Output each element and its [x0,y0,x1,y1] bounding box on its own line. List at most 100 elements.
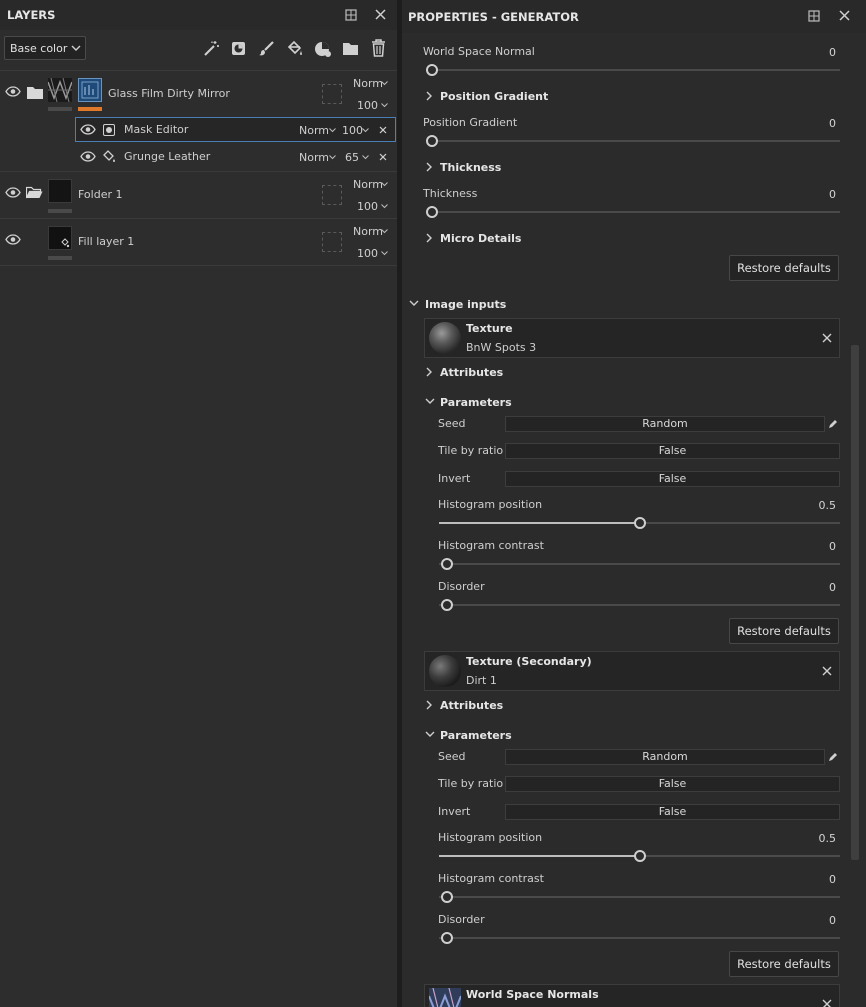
close-icon[interactable] [379,153,387,161]
texture-secondary-card[interactable]: Texture (Secondary) Dirt 1 [424,651,840,691]
blend-mode[interactable]: Norm [353,178,383,191]
add-folder-icon[interactable] [342,41,359,56]
fill-bucket-icon [102,149,117,163]
opacity-value[interactable]: 100 [357,99,378,112]
histogram-contrast-handle[interactable] [441,558,453,570]
blend-mode[interactable]: Norm [353,225,383,238]
histogram-contrast-track[interactable] [439,563,840,565]
world-space-normals-card[interactable]: World Space Normals [424,984,840,1007]
texture-card[interactable]: Texture BnW Spots 3 [424,318,840,358]
position-gradient-track[interactable] [432,140,840,142]
disorder-handle[interactable] [441,599,453,611]
layer-name: Glass Film Dirty Mirror [108,87,230,100]
effects-icon[interactable] [314,40,332,57]
disorder-value[interactable]: 0 [802,914,836,927]
chevron-down-icon[interactable] [409,300,419,310]
pin-icon[interactable] [345,9,357,21]
eye-icon[interactable] [80,151,96,162]
micro-details-section[interactable]: Micro Details [440,232,521,245]
opacity-value[interactable]: 100 [342,124,363,137]
histogram-contrast-handle[interactable] [441,891,453,903]
layer-mask-slot[interactable] [322,185,342,205]
restore-defaults-button[interactable]: Restore defaults [729,618,839,644]
trash-icon[interactable] [370,39,387,57]
histogram-position-value[interactable]: 0.5 [802,499,837,512]
eye-icon[interactable] [5,234,21,245]
close-icon[interactable] [822,666,832,676]
pencil-icon[interactable] [828,752,838,762]
pin-icon[interactable] [808,10,820,22]
chevron-right-icon[interactable] [426,700,436,710]
seed-field[interactable]: Random [505,749,825,765]
world-space-normal-value[interactable]: 0 [802,46,836,59]
effect-name: Mask Editor [124,123,189,136]
close-icon[interactable] [375,9,386,20]
layer-mask-slot[interactable] [322,84,342,104]
tile-by-ratio-field[interactable]: False [505,443,840,459]
position-gradient-value[interactable]: 0 [802,117,836,130]
blend-mode[interactable]: Norm [353,77,383,90]
blend-mode[interactable]: Norm [299,151,329,164]
close-icon[interactable] [822,999,832,1007]
channel-select-value: Base color [10,42,68,55]
layer-mask-slot[interactable] [322,232,342,252]
histogram-position-handle[interactable] [634,850,646,862]
attributes-section[interactable]: Attributes [440,366,503,379]
image-inputs-section[interactable]: Image inputs [425,298,506,311]
attributes-section[interactable]: Attributes [440,699,503,712]
close-icon[interactable] [822,333,832,343]
opacity-value[interactable]: 100 [357,247,378,260]
chevron-down-icon[interactable] [425,398,435,408]
chevron-down-icon[interactable] [425,731,435,741]
invert-field[interactable]: False [505,804,840,820]
restore-defaults-button[interactable]: Restore defaults [729,951,839,977]
thickness-handle[interactable] [426,206,438,218]
chevron-right-icon[interactable] [426,367,436,377]
position-gradient-handle[interactable] [426,135,438,147]
scrollbar-thumb[interactable] [851,345,859,860]
thickness-track[interactable] [432,211,840,213]
thickness-value[interactable]: 0 [802,188,836,201]
chevron-right-icon[interactable] [426,91,436,101]
opacity-value[interactable]: 65 [345,151,359,164]
histogram-position-value[interactable]: 0.5 [802,832,837,845]
effect-row-grunge-leather[interactable]: Grunge Leather Norm 65 [75,144,396,169]
world-space-normal-track[interactable] [432,69,840,71]
histogram-contrast-value[interactable]: 0 [802,873,836,886]
disorder-track[interactable] [439,937,840,939]
disorder-track[interactable] [439,604,840,606]
close-icon[interactable] [379,126,387,134]
disorder-value[interactable]: 0 [802,581,836,594]
pencil-icon[interactable] [828,419,838,429]
effect-row-mask-editor[interactable]: Mask Editor Norm 100 [75,117,396,142]
blend-mode[interactable]: Norm [299,124,329,137]
eye-icon[interactable] [80,124,96,135]
position-gradient-section[interactable]: Position Gradient [440,90,548,103]
layer-row-glass-film[interactable]: Glass Film Dirty Mirror Norm 100 [0,71,397,117]
histogram-position-handle[interactable] [634,517,646,529]
invert-field[interactable]: False [505,471,840,487]
layer-row-folder-1[interactable]: Folder 1 Norm 100 [0,172,397,218]
opacity-value[interactable]: 100 [357,200,378,213]
magic-wand-icon[interactable] [203,40,220,57]
chevron-right-icon[interactable] [426,162,436,172]
thickness-section[interactable]: Thickness [440,161,501,174]
smart-mask-icon[interactable] [230,40,247,57]
tile-by-ratio-field[interactable]: False [505,776,840,792]
channel-select[interactable]: Base color [4,36,86,60]
parameters-section[interactable]: Parameters [440,729,512,742]
world-space-normal-handle[interactable] [426,64,438,76]
layer-row-fill-layer-1[interactable]: Fill layer 1 Norm 100 [0,219,397,265]
histogram-contrast-value[interactable]: 0 [802,540,836,553]
brush-icon[interactable] [258,40,275,57]
close-icon[interactable] [839,10,850,21]
histogram-contrast-track[interactable] [439,896,840,898]
eye-icon[interactable] [5,86,21,97]
fill-bucket-icon[interactable] [286,40,304,57]
eye-icon[interactable] [5,187,21,198]
seed-field[interactable]: Random [505,416,825,432]
disorder-handle[interactable] [441,932,453,944]
parameters-section[interactable]: Parameters [440,396,512,409]
restore-defaults-button[interactable]: Restore defaults [729,255,839,281]
chevron-right-icon[interactable] [426,233,436,243]
